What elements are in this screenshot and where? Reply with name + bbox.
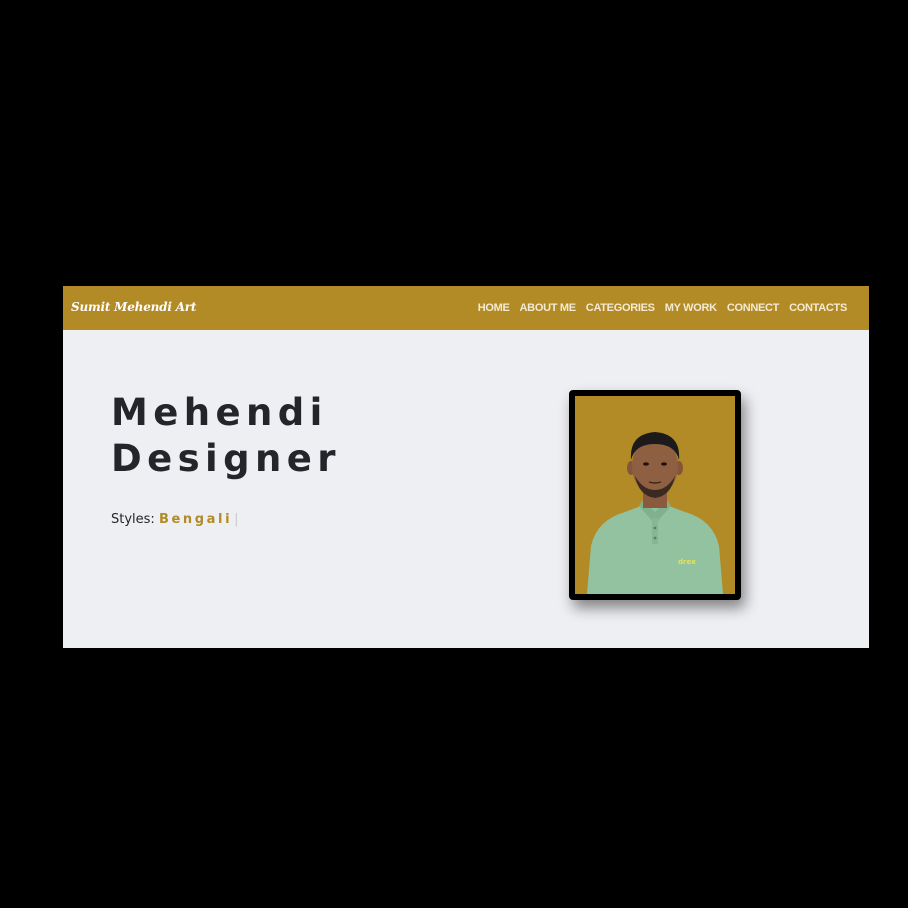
nav-link-home[interactable]: HOME (478, 302, 510, 314)
hero-title-line-1: Mehendi (111, 391, 328, 434)
profile-photo: drex (569, 390, 741, 600)
brand-logo[interactable]: Sumit Mehendi Art (71, 300, 196, 314)
styles-label: Styles: (111, 512, 155, 527)
hero-title-line-2: Designer (111, 437, 341, 480)
typing-cursor: | (234, 512, 239, 527)
nav-link-categories[interactable]: CATEGORIES (586, 302, 655, 314)
page-frame: Sumit Mehendi Art HOME ABOUT ME CATEGORI… (63, 286, 869, 648)
nav-link-connect[interactable]: CONNECT (727, 302, 780, 314)
nav-link-contacts[interactable]: CONTACTS (789, 302, 847, 314)
nav-link-my-work[interactable]: MY WORK (665, 302, 717, 314)
shirt-logo-text: drex (678, 558, 696, 566)
nav-links: HOME ABOUT ME CATEGORIES MY WORK CONNECT… (478, 286, 848, 330)
navbar: Sumit Mehendi Art HOME ABOUT ME CATEGORI… (63, 286, 869, 330)
styles-value: Bengali (158, 512, 233, 527)
nav-link-about-me[interactable]: ABOUT ME (520, 302, 577, 314)
hero-title: Mehendi Designer (111, 390, 341, 482)
profile-portrait-image: drex (575, 396, 735, 594)
styles-line: Styles: Bengali | (111, 512, 239, 527)
